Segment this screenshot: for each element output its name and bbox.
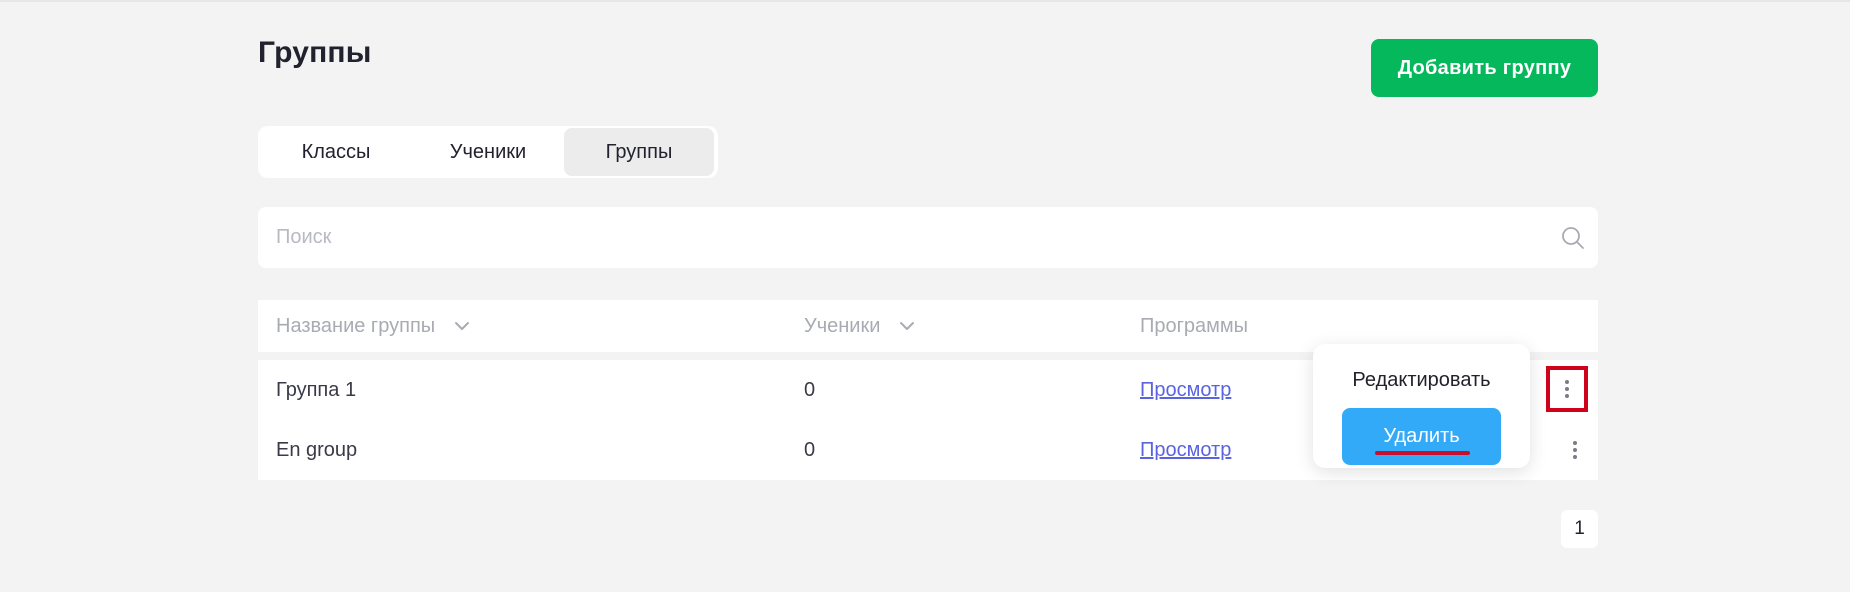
pagination-page-button[interactable]: 1 <box>1561 510 1598 548</box>
column-header-label: Название группы <box>276 314 436 337</box>
annotation-underline <box>1375 451 1470 455</box>
group-name-cell: Группа 1 <box>276 378 357 401</box>
kebab-menu-icon <box>1573 441 1577 459</box>
row-menu-button[interactable] <box>1546 366 1588 412</box>
search-icon[interactable] <box>1560 225 1586 251</box>
column-header-programs: Программы <box>1140 300 1248 352</box>
students-count-cell: 0 <box>804 438 816 461</box>
row-menu-button[interactable] <box>1560 435 1590 465</box>
tab-classes[interactable]: Классы <box>260 128 412 176</box>
column-header-group-name[interactable]: Название группы <box>276 300 471 352</box>
tab-groups[interactable]: Группы <box>564 128 714 176</box>
column-header-students[interactable]: Ученики <box>804 300 916 352</box>
search-box <box>258 207 1598 268</box>
add-group-button[interactable]: Добавить группу <box>1371 39 1598 97</box>
kebab-menu-icon <box>1565 380 1569 398</box>
programs-view-link[interactable]: Просмотр <box>1140 360 1231 420</box>
tabs: Классы Ученики Группы <box>258 126 718 178</box>
group-name-cell: En group <box>276 438 358 461</box>
delete-button[interactable]: Удалить <box>1342 408 1501 465</box>
students-count-cell: 0 <box>804 378 816 401</box>
row-context-menu: Редактировать Удалить <box>1313 344 1530 468</box>
chevron-down-icon[interactable] <box>453 317 471 335</box>
chevron-down-icon[interactable] <box>898 317 916 335</box>
tab-students[interactable]: Ученики <box>412 128 564 176</box>
column-header-label: Ученики <box>804 314 881 337</box>
page-title: Группы <box>258 36 372 69</box>
programs-view-link[interactable]: Просмотр <box>1140 420 1231 480</box>
column-header-label: Программы <box>1140 314 1249 337</box>
top-divider <box>0 0 1850 2</box>
edit-menu-item[interactable]: Редактировать <box>1313 362 1530 398</box>
search-input[interactable] <box>276 207 1536 268</box>
